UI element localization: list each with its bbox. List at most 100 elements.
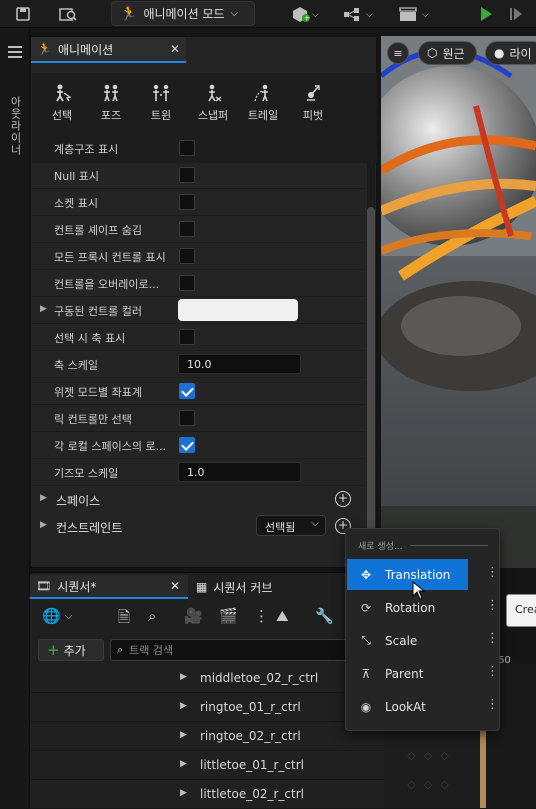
show-axes-checkbox[interactable]	[179, 329, 195, 345]
pose-icon	[101, 83, 121, 103]
constraint-filter-label: 선택됨	[265, 521, 296, 534]
lit-mode-button[interactable]: ● 라이	[485, 41, 536, 65]
mode-tween[interactable]: 트윈	[140, 83, 182, 143]
cube-icon: ⬡	[427, 46, 438, 60]
mode-dropdown[interactable]: 🏃 애니메이션 모드 ⌵	[111, 1, 255, 26]
wrench-icon[interactable]: 🔧	[315, 607, 334, 625]
expand-arrow-icon[interactable]: ▶	[40, 520, 47, 530]
cinematics-icon[interactable]: ⌵	[396, 4, 436, 24]
menu-item-lookat[interactable]: ◉ LookAt	[347, 691, 468, 722]
local-space-checkbox[interactable]	[179, 437, 195, 453]
show-null-checkbox[interactable]	[179, 167, 195, 183]
prop-row-coord-per-widget-mode: 위젯 모드별 좌표계	[32, 378, 365, 405]
track-label: ringtoe_01_r_ctrl	[200, 700, 301, 714]
prop-row-gizmo-scale: 기즈모 스케일 1.0	[32, 459, 365, 486]
expand-arrow-icon[interactable]: ▶	[180, 759, 187, 769]
close-icon[interactable]: ✕	[170, 42, 180, 56]
hide-control-shapes-checkbox[interactable]	[179, 221, 195, 237]
level-viewport[interactable]: ≡ ⬡ 원근 ● 라이	[381, 36, 536, 568]
prop-label: 구동된 컨트롤 컬러	[54, 305, 142, 318]
viewport-menu-button[interactable]: ≡	[387, 42, 409, 64]
add-actor-icon[interactable]: + ⌵	[285, 4, 325, 24]
prop-label: 축 스케일	[54, 359, 98, 372]
mode-trail-label: 트레일	[247, 109, 279, 122]
axis-scale-input[interactable]: 10.0	[178, 354, 301, 374]
outliner-tab[interactable]: 아웃라이너	[7, 96, 23, 156]
snapper-icon	[203, 83, 223, 103]
camera-icon[interactable]: 🎥	[184, 607, 203, 625]
driven-control-color-swatch[interactable]	[178, 299, 298, 321]
coord-per-widget-mode-checkbox[interactable]	[179, 383, 195, 399]
blueprint-icon[interactable]: ⌵	[340, 4, 380, 24]
rotate-icon: ⟳	[360, 600, 372, 615]
show-hierarchy-checkbox[interactable]	[179, 140, 195, 156]
more-options-icon[interactable]: ⋮	[254, 607, 269, 625]
sequencer-panel: 🎞 시퀀서* ✕ ▦ 시퀀서 커브 🌐 ⌵ 🗎 ⌕ 🎥 🎬 ⋮ ⛰ 🔧 + 추가…	[30, 572, 511, 809]
kebab-icon[interactable]: ⋮	[486, 697, 499, 712]
lit-sphere-icon: ●	[494, 46, 505, 60]
kebab-icon[interactable]: ⋮	[486, 664, 499, 679]
menu-item-label: Translation	[385, 567, 451, 582]
keyframe-nav-icons[interactable]: ◇◇◇	[384, 778, 480, 791]
mode-snapper[interactable]: 스냅퍼	[192, 83, 234, 143]
mode-trail[interactable]: 트레일	[242, 83, 284, 143]
prop-label: 컨트롤 셰이프 숨김	[54, 224, 142, 237]
mode-pose[interactable]: 포즈	[90, 83, 132, 143]
sequencer-tab-label: 시퀀서*	[57, 579, 97, 594]
gizmo-scale-input[interactable]: 1.0	[178, 462, 301, 482]
space-section[interactable]: ▶ 스페이스 +	[32, 486, 365, 512]
save-icon[interactable]	[12, 4, 34, 24]
menu-item-parent[interactable]: ⊼ Parent	[347, 658, 468, 689]
prop-label: 선택 시 축 표시	[54, 332, 126, 345]
menu-item-rotation[interactable]: ⟳ Rotation	[347, 592, 468, 623]
constraint-filter-dropdown[interactable]: 선택됨 ⌵	[256, 515, 326, 536]
hierarchy-icon: ⊼	[361, 666, 371, 681]
sequencer-tab[interactable]: 🎞 시퀀서* ✕	[30, 575, 188, 599]
close-icon[interactable]: ✕	[170, 579, 180, 593]
play-icon[interactable]	[474, 4, 498, 24]
new-constraint-menu: 새로 생성... ✥ Translation ⋮ ⟳ Rotation ⋮ ⤡ …	[345, 528, 500, 731]
animation-tab[interactable]: 🏃 애니메이션 ✕	[31, 37, 186, 63]
kebab-icon[interactable]: ⋮	[486, 598, 499, 613]
expand-arrow-icon[interactable]: ▶	[180, 701, 187, 711]
prop-row-axis-scale: 축 스케일 10.0	[32, 351, 365, 378]
world-menu[interactable]: 🌐 ⌵	[42, 605, 82, 627]
outliner-list-icon[interactable]	[8, 44, 22, 58]
keyframe-nav-icons[interactable]: ◇◇◇	[384, 749, 480, 762]
expand-arrow-icon[interactable]: ▶	[180, 788, 187, 798]
mode-pose-label: 포즈	[100, 109, 122, 122]
mode-pivot[interactable]: 피벗	[292, 83, 334, 143]
add-track-button[interactable]: + 추가	[38, 639, 104, 661]
running-man-icon: 🏃	[120, 5, 138, 22]
mode-pivot-label: 피벗	[302, 109, 324, 122]
expand-arrow-icon[interactable]: ▶	[40, 304, 47, 314]
prop-row-show-sockets: 소켓 표시	[32, 189, 365, 216]
only-select-rig-controls-checkbox[interactable]	[179, 410, 195, 426]
menu-item-scale[interactable]: ⤡ Scale	[347, 625, 468, 656]
kebab-icon[interactable]: ⋮	[486, 631, 499, 646]
sequencer-curves-tab[interactable]: ▦ 시퀀서 커브	[190, 575, 340, 599]
track-search-input[interactable]: ⌕ 트랙 검색	[110, 639, 350, 661]
curve-icon: ▦	[196, 580, 208, 594]
constraint-section[interactable]: ▶ 컨스트레인트 선택됨 ⌵ +	[32, 513, 365, 539]
show-sockets-checkbox[interactable]	[179, 194, 195, 210]
find-icon[interactable]: ⌕	[148, 607, 156, 625]
mode-select[interactable]: 선택	[41, 83, 83, 143]
mode-select-label: 선택	[51, 109, 73, 122]
kebab-icon[interactable]: ⋮	[486, 565, 499, 580]
save-sequence-icon[interactable]: 🗎	[118, 607, 130, 632]
add-space-icon[interactable]: +	[335, 491, 351, 507]
controls-overlay-checkbox[interactable]	[179, 275, 195, 291]
tooltip-text: Crea	[515, 603, 536, 616]
expand-arrow-icon[interactable]: ▶	[40, 493, 47, 503]
show-proxy-controls-checkbox[interactable]	[179, 248, 195, 264]
menu-item-translation[interactable]: ✥ Translation	[347, 559, 468, 590]
render-icon[interactable]: ⛰	[276, 607, 289, 625]
clapper-icon[interactable]: 🎬	[219, 607, 238, 625]
expand-arrow-icon[interactable]: ▶	[180, 730, 187, 740]
browse-content-icon[interactable]	[56, 4, 80, 24]
expand-arrow-icon[interactable]: ▶	[180, 672, 187, 682]
skip-icon[interactable]	[506, 4, 526, 24]
details-scrollbar-thumb[interactable]	[367, 207, 375, 567]
perspective-button[interactable]: ⬡ 원근	[418, 41, 477, 65]
